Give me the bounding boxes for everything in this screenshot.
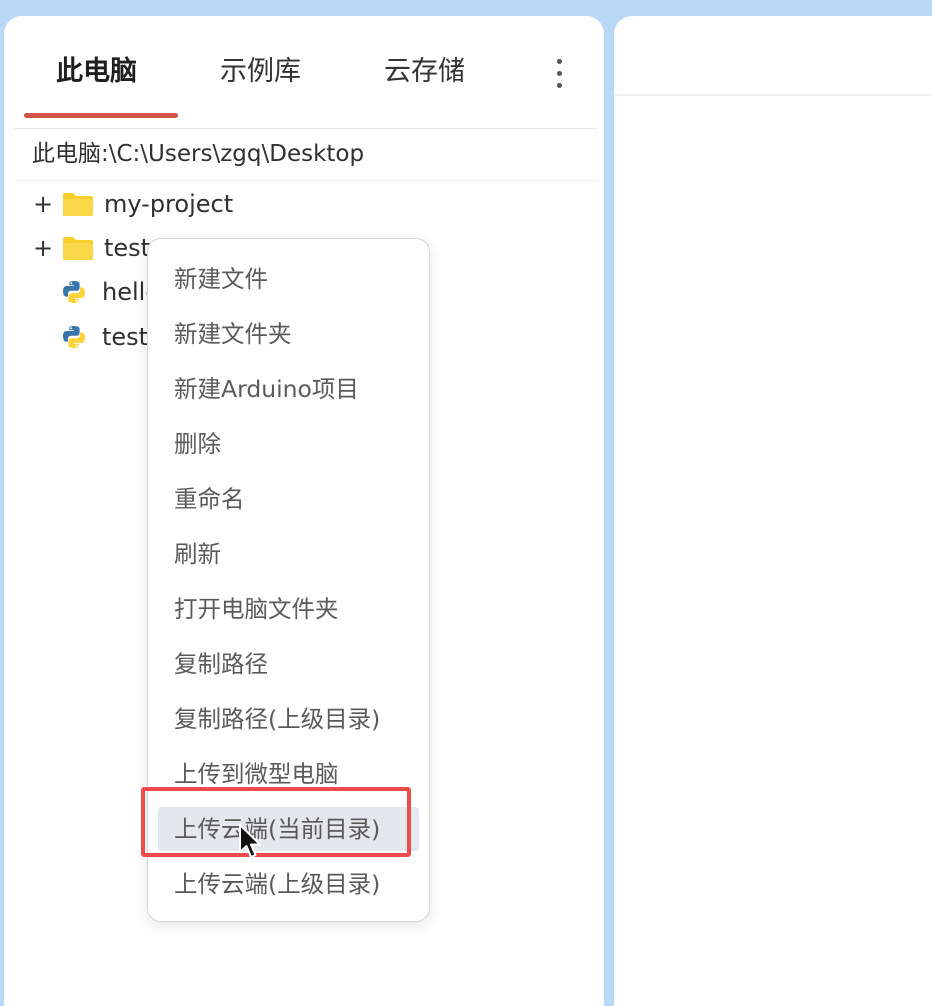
more-options-button[interactable] — [544, 54, 574, 94]
folder-icon — [63, 237, 93, 260]
tab-cloud-storage[interactable]: 云存储 — [384, 52, 465, 92]
editor-panel — [614, 16, 932, 1006]
mouse-cursor-icon — [239, 824, 261, 858]
path-divider — [14, 180, 598, 181]
menu-item-copy-path[interactable]: 复制路径 — [158, 642, 419, 686]
tab-this-computer[interactable]: 此电脑 — [56, 52, 137, 92]
menu-item-delete[interactable]: 删除 — [158, 422, 419, 466]
expand-icon[interactable]: + — [32, 186, 54, 222]
menu-item-new-file[interactable]: 新建文件 — [158, 257, 419, 301]
editor-divider — [614, 94, 932, 96]
menu-item-upload-cloud-parent[interactable]: 上传云端(上级目录) — [158, 862, 419, 906]
tree-item-label: my-project — [104, 190, 234, 218]
tree-item-label: test — [102, 323, 149, 351]
menu-item-open-folder[interactable]: 打开电脑文件夹 — [158, 587, 419, 631]
menu-item-new-arduino-project[interactable]: 新建Arduino项目 — [158, 367, 419, 411]
tab-divider — [14, 128, 598, 129]
python-file-icon — [63, 281, 85, 303]
folder-icon — [63, 193, 93, 216]
current-path: 此电脑:\C:\Users\zgq\Desktop — [32, 141, 365, 167]
tree-item-label: test — [104, 234, 151, 262]
tab-examples[interactable]: 示例库 — [220, 52, 301, 92]
active-tab-indicator — [24, 113, 178, 118]
menu-item-new-folder[interactable]: 新建文件夹 — [158, 312, 419, 356]
python-file-icon — [63, 326, 85, 348]
expand-icon[interactable]: + — [32, 230, 54, 266]
menu-item-rename[interactable]: 重命名 — [158, 477, 419, 521]
tab-bar: 此电脑 示例库 云存储 — [4, 16, 604, 128]
menu-item-copy-parent-path[interactable]: 复制路径(上级目录) — [158, 697, 419, 741]
highlight-annotation — [141, 787, 411, 857]
menu-item-refresh[interactable]: 刷新 — [158, 532, 419, 576]
